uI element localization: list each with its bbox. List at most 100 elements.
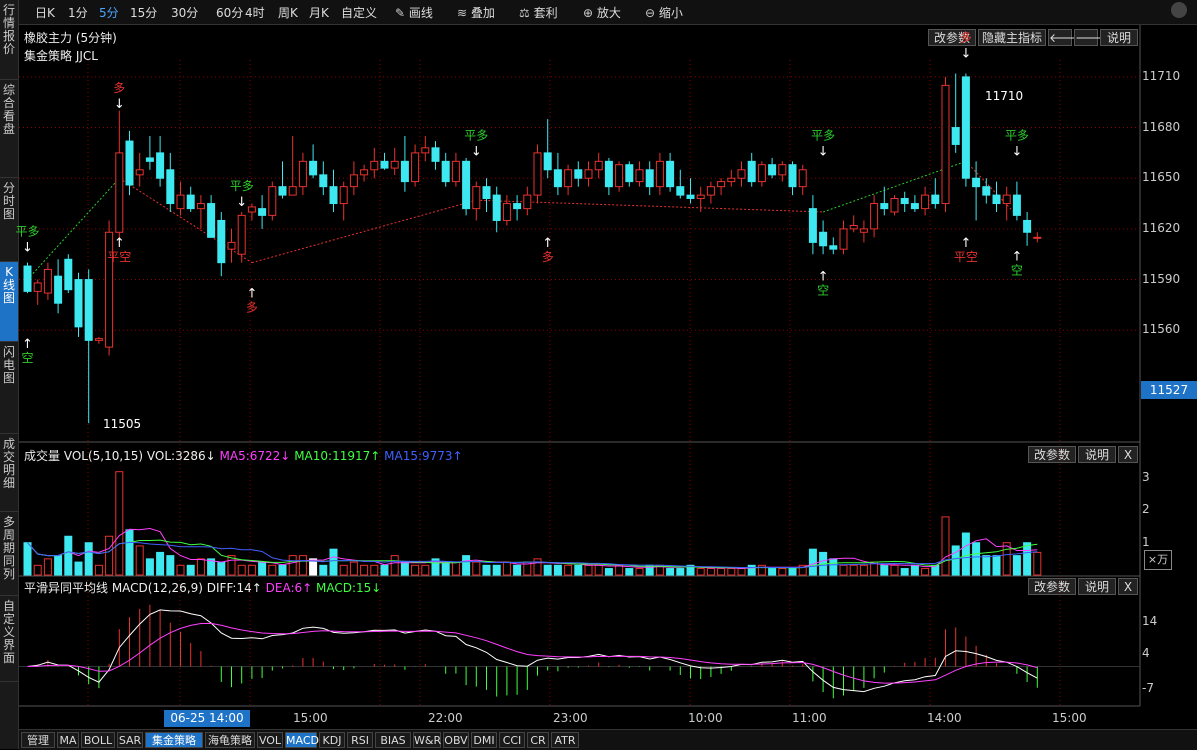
- down-arrow-icon: ↓: [1011, 144, 1022, 159]
- kline-chart[interactable]: 平多↓↑空多↓↑平空平多↓↑多平多↓↑多平多↓↑空多↓↑平空平多↓↑空: [0, 0, 1197, 749]
- candle-body: [625, 164, 634, 183]
- candle: [431, 141, 440, 170]
- volume-bar: [94, 564, 103, 576]
- up-arrow-icon: ↑: [246, 287, 257, 302]
- candle-body: [462, 160, 471, 210]
- candle-body: [757, 164, 766, 183]
- down-arrow-icon: ↓: [236, 195, 247, 210]
- indicator-tab-14[interactable]: CCI: [499, 732, 525, 748]
- candle-body: [921, 194, 930, 210]
- volume-bar: [278, 564, 287, 576]
- candle-body: [207, 203, 216, 238]
- candle: [676, 169, 685, 199]
- candle-body: [227, 241, 236, 250]
- candle: [411, 144, 420, 187]
- candle-body: [33, 282, 42, 292]
- signal-label: 平空: [107, 250, 131, 264]
- signal-label: 多: [113, 81, 125, 95]
- price-tick: 11590: [1142, 271, 1181, 286]
- volume-bar: [666, 568, 675, 576]
- candle: [319, 161, 328, 196]
- candle: [451, 152, 460, 187]
- candle-body: [196, 203, 205, 210]
- candle-body: [523, 194, 532, 210]
- candle-body: [502, 203, 511, 221]
- candle: [247, 203, 256, 221]
- candle-body: [961, 76, 970, 179]
- candle: [717, 178, 726, 196]
- candle: [156, 136, 165, 187]
- indicator-tab-6[interactable]: VOL: [257, 732, 283, 748]
- candle: [64, 254, 73, 294]
- volume-bar: [594, 564, 603, 576]
- candle-body: [604, 160, 613, 188]
- candle-body: [543, 152, 552, 171]
- volume-bar: [380, 564, 389, 576]
- volume-tick: 3: [1142, 470, 1150, 485]
- candle-body: [880, 203, 889, 210]
- indicator-tab-10[interactable]: BIAS: [375, 732, 411, 748]
- candle: [227, 228, 236, 263]
- candle: [400, 136, 409, 192]
- time-cursor-label: 06-25 14:00: [164, 710, 250, 727]
- volume-bar: [115, 471, 124, 576]
- candle: [1012, 181, 1021, 221]
- candle-body: [43, 268, 52, 294]
- candle-body: [666, 160, 675, 188]
- indicator-tab-1[interactable]: MA: [57, 732, 79, 748]
- candle-body: [870, 203, 879, 230]
- volume-bar: [778, 568, 787, 576]
- candle-body: [74, 279, 83, 328]
- volume-bar: [166, 555, 175, 576]
- indicator-tab-5[interactable]: 海龟策略: [205, 732, 255, 748]
- indicator-tab-8[interactable]: KDJ: [319, 732, 345, 748]
- volume-bar: [125, 529, 134, 576]
- indicator-tab-2[interactable]: BOLL: [81, 732, 115, 748]
- candle-body: [1033, 236, 1042, 239]
- volume-bar: [23, 542, 32, 576]
- candle: [329, 169, 338, 212]
- candle-body: [288, 186, 297, 196]
- candle: [360, 164, 369, 182]
- candle-body: [717, 181, 726, 188]
- indicator-tab-7[interactable]: MACD: [285, 732, 319, 748]
- indicator-tab-13[interactable]: DMI: [471, 732, 497, 748]
- volume-bar: [706, 568, 715, 576]
- candle-body: [584, 169, 593, 179]
- indicator-tab-15[interactable]: CR: [527, 732, 549, 748]
- candle-body: [686, 194, 695, 199]
- candle: [584, 161, 593, 187]
- volume-bar: [288, 555, 297, 576]
- candle-body: [186, 194, 195, 210]
- volume-bar: [298, 555, 307, 576]
- candle: [309, 144, 318, 179]
- candle-body: [839, 228, 848, 250]
- price-tick: 11560: [1142, 322, 1181, 337]
- indicator-tab-16[interactable]: ATR: [551, 732, 579, 748]
- macd-dea-line: [27, 622, 1038, 684]
- indicator-tab-3[interactable]: SAR: [117, 732, 143, 748]
- candle: [237, 212, 246, 263]
- volume-bar: [859, 564, 868, 576]
- indicator-tab-4[interactable]: 集金策略: [145, 732, 203, 748]
- indicator-tab-11[interactable]: W&R: [413, 732, 441, 748]
- volume-bar: [135, 545, 144, 576]
- candle-body: [553, 169, 562, 188]
- candle: [176, 181, 185, 216]
- candle-body: [339, 186, 348, 205]
- candle: [604, 157, 613, 196]
- indicator-tab-9[interactable]: RSI: [347, 732, 373, 748]
- candle: [880, 186, 889, 216]
- volume-bar: [717, 568, 726, 576]
- candle: [808, 195, 817, 255]
- indicator-tab-0[interactable]: 管理: [21, 732, 55, 748]
- candle-body: [441, 160, 450, 183]
- candle-body: [513, 203, 522, 210]
- volume-bar: [584, 564, 593, 576]
- indicator-tab-12[interactable]: OBV: [443, 732, 469, 748]
- volume-bar: [768, 568, 777, 576]
- volume-tick: 1: [1142, 534, 1150, 549]
- candle-body: [319, 174, 328, 188]
- candle-body: [615, 164, 624, 188]
- signal-label: 平多: [1005, 128, 1029, 142]
